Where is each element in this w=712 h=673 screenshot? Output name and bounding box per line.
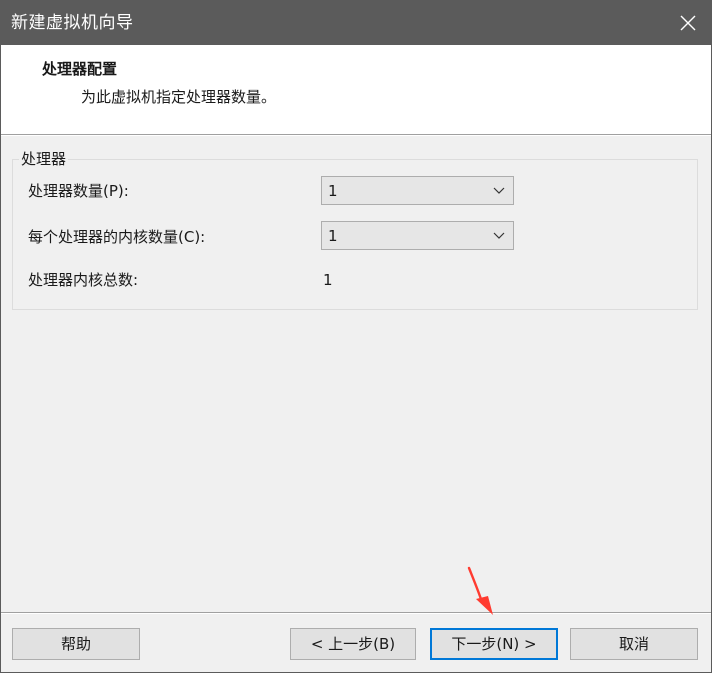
close-icon [680, 15, 696, 31]
cores-per-processor-label: 每个处理器的内核数量(C): [28, 228, 206, 246]
header-divider [1, 135, 711, 136]
processor-count-value: 1 [328, 182, 338, 200]
cores-per-processor-value: 1 [328, 227, 338, 245]
chevron-down-icon [493, 187, 505, 194]
processor-count-label: 处理器数量(P): [28, 182, 129, 200]
page-title: 处理器配置 [42, 60, 118, 78]
processor-group-legend: 处理器 [19, 149, 69, 169]
close-button[interactable] [665, 1, 711, 45]
cancel-button[interactable]: 取消 [570, 628, 698, 660]
page-subtitle: 为此虚拟机指定处理器数量。 [81, 88, 277, 106]
next-button[interactable]: 下一步(N) > [430, 628, 558, 660]
chevron-down-icon [493, 232, 505, 239]
window-title: 新建虚拟机向导 [11, 13, 134, 33]
footer-divider-highlight [1, 613, 711, 614]
total-cores-label: 处理器内核总数: [28, 271, 139, 289]
cores-per-processor-select[interactable]: 1 [321, 221, 514, 250]
back-button[interactable]: < 上一步(B) [290, 628, 416, 660]
total-cores-value: 1 [323, 271, 333, 289]
red-arrow-icon [467, 566, 493, 615]
processor-count-select[interactable]: 1 [321, 176, 514, 205]
wizard-header: 处理器配置 为此虚拟机指定处理器数量。 [1, 45, 711, 135]
help-button[interactable]: 帮助 [12, 628, 140, 660]
new-vm-wizard-window: 新建虚拟机向导 处理器配置 为此虚拟机指定处理器数量。 处理器 处理器数量(P)… [0, 0, 712, 673]
title-bar[interactable]: 新建虚拟机向导 [1, 1, 711, 45]
